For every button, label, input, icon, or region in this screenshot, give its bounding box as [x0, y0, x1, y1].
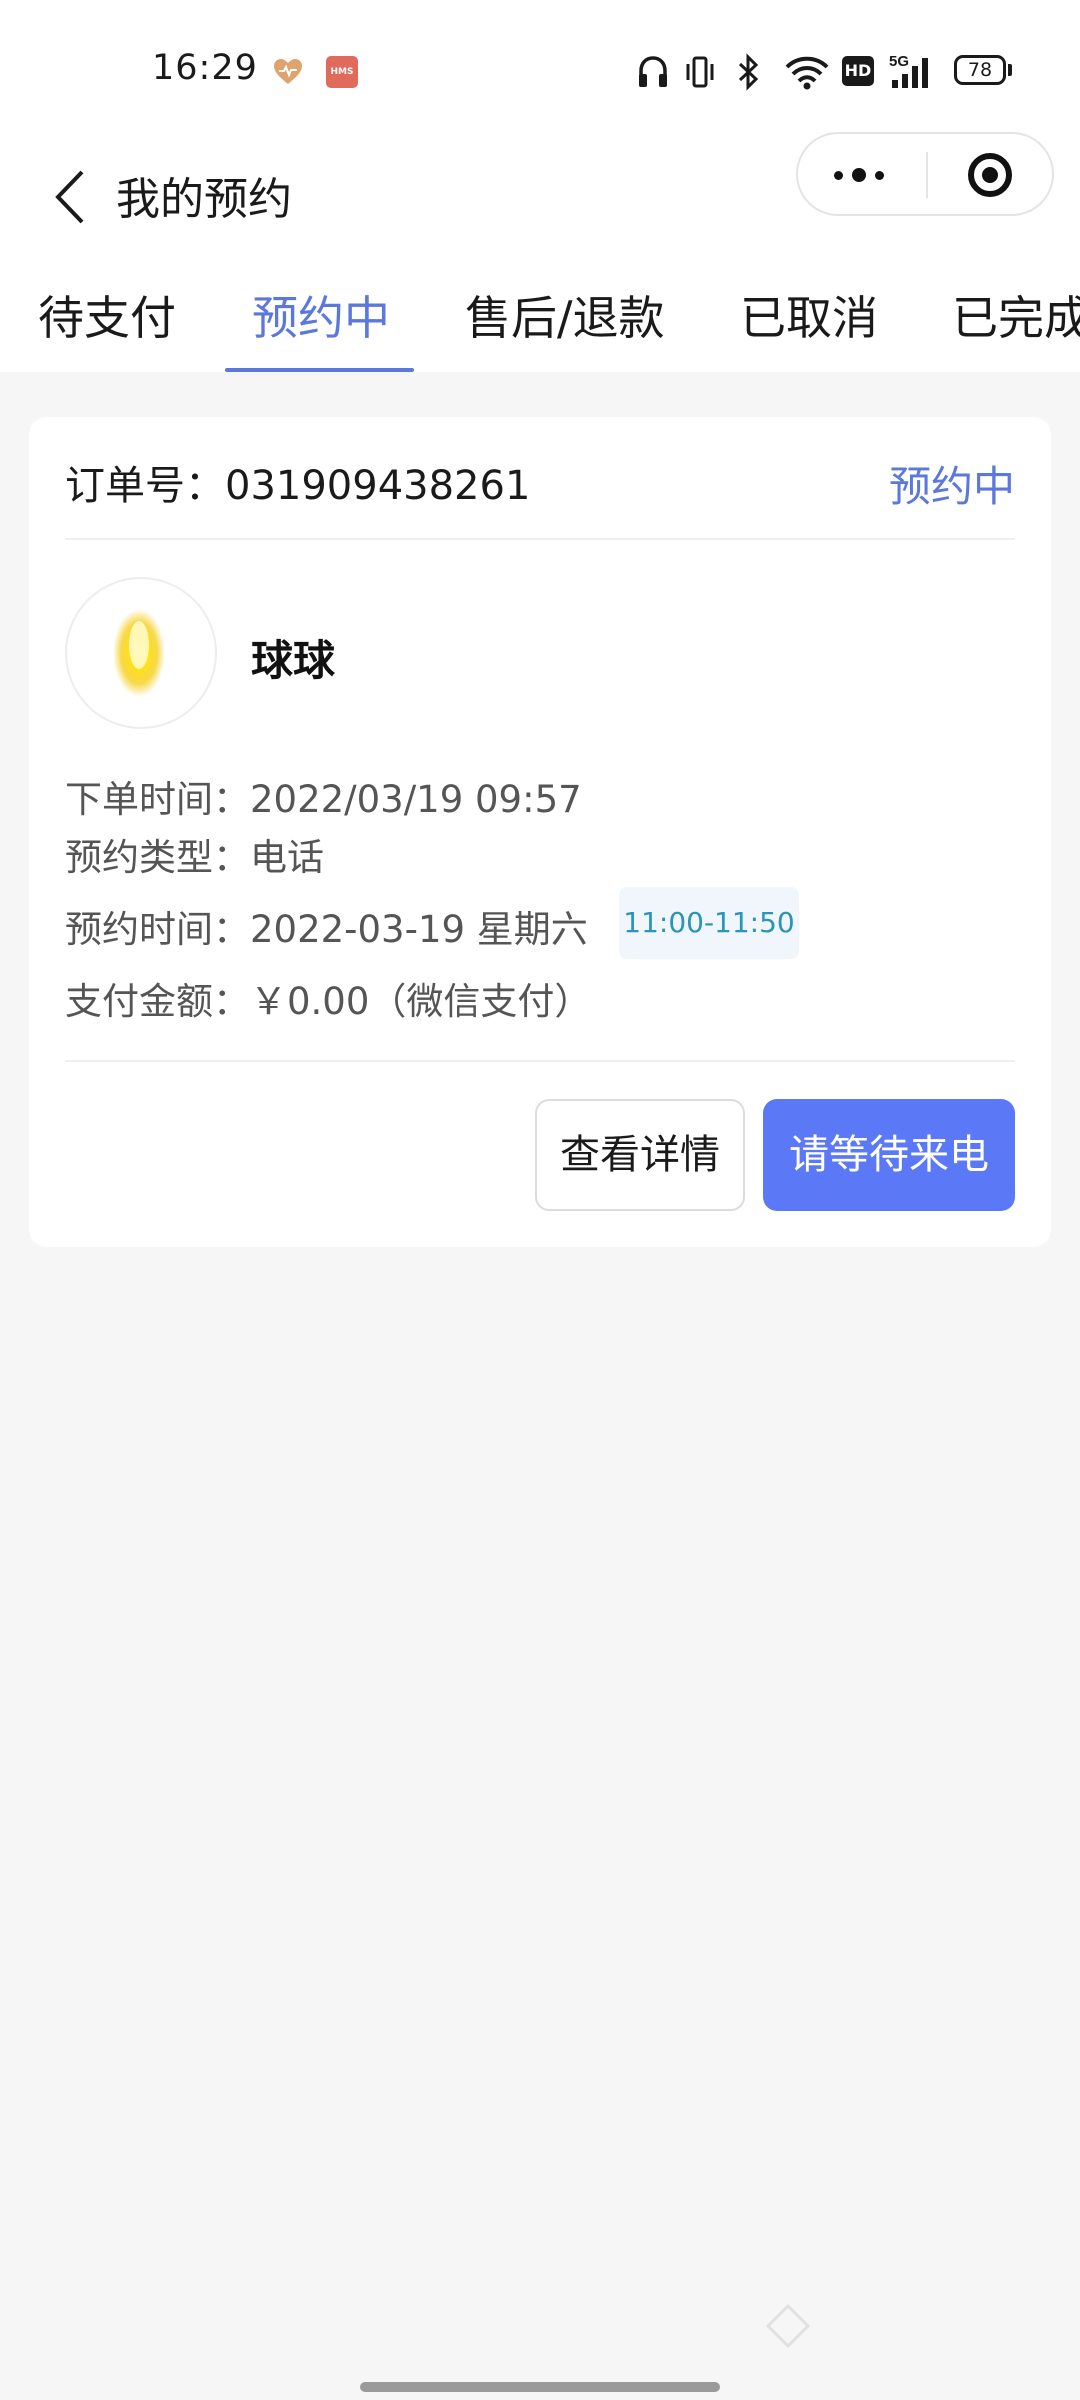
- signal-5g-icon: 5G: [888, 52, 940, 92]
- flame-avatar-icon: [113, 609, 165, 697]
- appointment-time-row: 预约时间：2022-03-19 星期六: [65, 899, 588, 953]
- payment-amount-label: 支付金额：: [65, 980, 250, 1023]
- tab-cancelled[interactable]: 已取消: [740, 282, 878, 348]
- order-status-tabs: 待支付 预约中 售后/退款 已取消 已完成: [0, 268, 1080, 372]
- user-name: 球球: [251, 636, 336, 685]
- bluetooth-icon: [732, 52, 764, 92]
- tab-pending-payment[interactable]: 待支付: [38, 282, 176, 348]
- vibrate-icon: [684, 52, 716, 92]
- time-slot-badge: 11:00-11:50: [619, 887, 799, 959]
- miniprogram-capsule: [796, 132, 1054, 216]
- status-bar: 16:29 HMS HD 5G 78: [0, 0, 1080, 130]
- wifi-icon: [784, 52, 830, 92]
- status-time: 16:29: [152, 48, 258, 88]
- tab-booked[interactable]: 预约中: [252, 282, 390, 348]
- hms-icon: HMS: [326, 56, 358, 88]
- payment-amount-value: ￥0.00（微信支付）: [250, 980, 592, 1023]
- appointment-type-label: 预约类型：: [65, 836, 250, 879]
- active-tab-indicator: [225, 368, 414, 372]
- headphones-icon: [636, 52, 670, 92]
- appointment-type-row: 预约类型：电话: [65, 827, 324, 881]
- battery-tip: [1008, 64, 1012, 76]
- watermark-icon: [764, 2302, 812, 2350]
- order-number: 订单号：031909438261: [65, 453, 530, 511]
- status-badge: 预约中: [888, 462, 1015, 511]
- order-time-row: 下单时间：2022/03/19 09:57: [65, 769, 582, 823]
- order-card: 订单号：031909438261 预约中 球球 下单时间：2022/03/19 …: [29, 417, 1051, 1247]
- avatar: [65, 577, 217, 729]
- payment-amount-row: 支付金额：￥0.00（微信支付）: [65, 971, 591, 1025]
- wait-for-call-button[interactable]: 请等待来电: [763, 1099, 1015, 1211]
- tab-completed[interactable]: 已完成: [952, 282, 1080, 348]
- appointment-date-value: 2022-03-19 星期六: [250, 908, 588, 951]
- order-time-label: 下单时间：: [65, 778, 250, 821]
- close-miniprogram-button[interactable]: [928, 134, 1054, 214]
- tab-after-sales-refund[interactable]: 售后/退款: [465, 282, 665, 348]
- hd-icon: HD: [842, 56, 874, 86]
- appointment-time-label: 预约时间：: [65, 908, 250, 951]
- divider: [65, 538, 1015, 540]
- page-title: 我的预约: [116, 174, 292, 225]
- more-button[interactable]: [798, 134, 926, 214]
- order-number-value: 031909438261: [225, 463, 531, 509]
- back-button[interactable]: [44, 160, 104, 230]
- appointment-type-value: 电话: [250, 836, 324, 879]
- divider: [65, 1060, 1015, 1062]
- heart-health-icon: [272, 56, 304, 88]
- order-number-label: 订单号：: [65, 463, 225, 509]
- network-type-label: 5G: [889, 53, 909, 70]
- battery-icon: 78: [954, 55, 1006, 85]
- home-indicator[interactable]: [360, 2382, 720, 2392]
- order-time-value: 2022/03/19 09:57: [250, 778, 582, 821]
- target-circle-icon: [968, 153, 1012, 197]
- order-header: 订单号：031909438261 预约中: [65, 453, 1015, 511]
- view-details-button[interactable]: 查看详情: [535, 1099, 745, 1211]
- nav-header: 我的预约: [0, 130, 1080, 260]
- chevron-left-icon: [55, 170, 84, 224]
